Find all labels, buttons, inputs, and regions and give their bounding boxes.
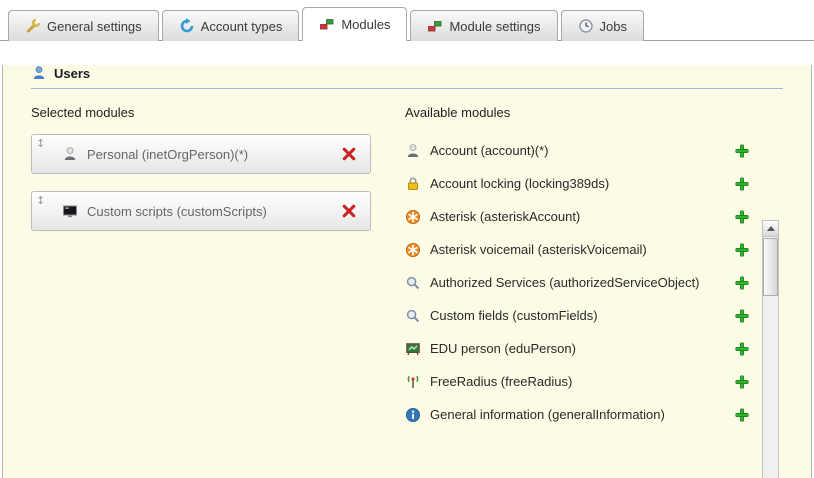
- tab-label: Module settings: [449, 19, 540, 34]
- plus-icon: [734, 407, 750, 423]
- add-module-button[interactable]: [733, 406, 751, 424]
- tab-jobs[interactable]: Jobs: [561, 10, 644, 41]
- module-label: Personal (inetOrgPerson)(*): [87, 147, 340, 162]
- section-title: Users: [54, 66, 90, 81]
- module-label: Asterisk voicemail (asteriskVoicemail): [430, 242, 647, 257]
- drag-handle-icon[interactable]: ↕: [36, 194, 45, 207]
- magnifier-icon: [405, 308, 421, 324]
- tab-account-types[interactable]: Account types: [162, 10, 300, 41]
- plus-icon: [734, 209, 750, 225]
- selected-module-row[interactable]: ↕ Custom scripts (customScripts): [31, 191, 371, 231]
- plus-icon: [734, 176, 750, 192]
- available-modules-title: Available modules: [405, 105, 751, 120]
- tab-bar: General settings Account types Modules M…: [0, 0, 814, 41]
- asterisk-icon: [405, 242, 421, 258]
- add-module-button[interactable]: [733, 373, 751, 391]
- module-label: Custom fields (customFields): [430, 308, 598, 323]
- add-module-button[interactable]: [733, 274, 751, 292]
- add-module-button[interactable]: [733, 175, 751, 193]
- bricks-icon: [319, 16, 335, 32]
- tab-label: Modules: [341, 17, 390, 32]
- module-label: EDU person (eduPerson): [430, 341, 576, 356]
- available-module-row: Authorized Services (authorizedServiceOb…: [405, 266, 751, 299]
- module-label: General information (generalInformation): [430, 407, 665, 422]
- plus-icon: [734, 275, 750, 291]
- antenna-icon: [405, 374, 421, 390]
- tab-module-settings[interactable]: Module settings: [410, 10, 557, 41]
- selected-module-row[interactable]: ↕ Personal (inetOrgPerson)(*): [31, 134, 371, 174]
- config-window: General settings Account types Modules M…: [0, 0, 814, 478]
- tab-label: Account types: [201, 19, 283, 34]
- lock-icon: [405, 176, 421, 192]
- refresh-gear-icon: [179, 18, 195, 34]
- modules-columns: Selected modules ↕ Personal (inetOrgPers…: [31, 105, 811, 431]
- scrollbar-thumb[interactable]: [763, 238, 778, 296]
- available-module-row: Account locking (locking389ds): [405, 167, 751, 200]
- selected-modules-column: Selected modules ↕ Personal (inetOrgPers…: [31, 105, 383, 431]
- modules-panel: Users Selected modules ↕ Personal (inetO…: [2, 65, 812, 478]
- module-label: Account (account)(*): [430, 143, 549, 158]
- terminal-icon: [62, 203, 78, 219]
- available-module-row: Asterisk voicemail (asteriskVoicemail): [405, 233, 751, 266]
- delete-x-icon: [341, 146, 357, 162]
- available-module-row: Custom fields (customFields): [405, 299, 751, 332]
- selected-modules-title: Selected modules: [31, 105, 383, 120]
- module-label: Account locking (locking389ds): [430, 176, 609, 191]
- bricks-icon: [427, 18, 443, 34]
- user-icon: [31, 65, 47, 81]
- wrench-icon: [25, 18, 41, 34]
- add-module-button[interactable]: [733, 142, 751, 160]
- tab-label: Jobs: [600, 19, 627, 34]
- users-section-header: Users: [31, 65, 783, 89]
- available-modules-column: Available modules Account (account)(*): [405, 105, 811, 431]
- plus-icon: [734, 242, 750, 258]
- plus-icon: [734, 341, 750, 357]
- module-label: Authorized Services (authorizedServiceOb…: [430, 275, 700, 290]
- tab-general-settings[interactable]: General settings: [8, 10, 159, 41]
- module-label: Asterisk (asteriskAccount): [430, 209, 580, 224]
- add-module-button[interactable]: [733, 307, 751, 325]
- remove-module-button[interactable]: [340, 145, 358, 163]
- person-icon: [405, 143, 421, 159]
- plus-icon: [734, 143, 750, 159]
- plus-icon: [734, 308, 750, 324]
- tab-label: General settings: [47, 19, 142, 34]
- available-module-row: Account (account)(*): [405, 134, 751, 167]
- chalkboard-icon: [405, 341, 421, 357]
- available-module-row: EDU person (eduPerson): [405, 332, 751, 365]
- available-module-row: General information (generalInformation): [405, 398, 751, 431]
- drag-handle-icon[interactable]: ↕: [36, 137, 45, 150]
- person-icon: [62, 146, 78, 162]
- magnifier-icon: [405, 275, 421, 291]
- module-label: Custom scripts (customScripts): [87, 204, 340, 219]
- arrow-up-icon: [767, 226, 775, 231]
- remove-module-button[interactable]: [340, 202, 358, 220]
- delete-x-icon: [341, 203, 357, 219]
- add-module-button[interactable]: [733, 241, 751, 259]
- clock-icon: [578, 18, 594, 34]
- module-label: FreeRadius (freeRadius): [430, 374, 572, 389]
- add-module-button[interactable]: [733, 208, 751, 226]
- tab-modules[interactable]: Modules: [302, 7, 407, 41]
- add-module-button[interactable]: [733, 340, 751, 358]
- info-icon: [405, 407, 421, 423]
- available-module-row: FreeRadius (freeRadius): [405, 365, 751, 398]
- scrollbar[interactable]: [762, 220, 779, 478]
- available-module-row: Asterisk (asteriskAccount): [405, 200, 751, 233]
- asterisk-icon: [405, 209, 421, 225]
- scroll-up-button[interactable]: [763, 221, 778, 237]
- plus-icon: [734, 374, 750, 390]
